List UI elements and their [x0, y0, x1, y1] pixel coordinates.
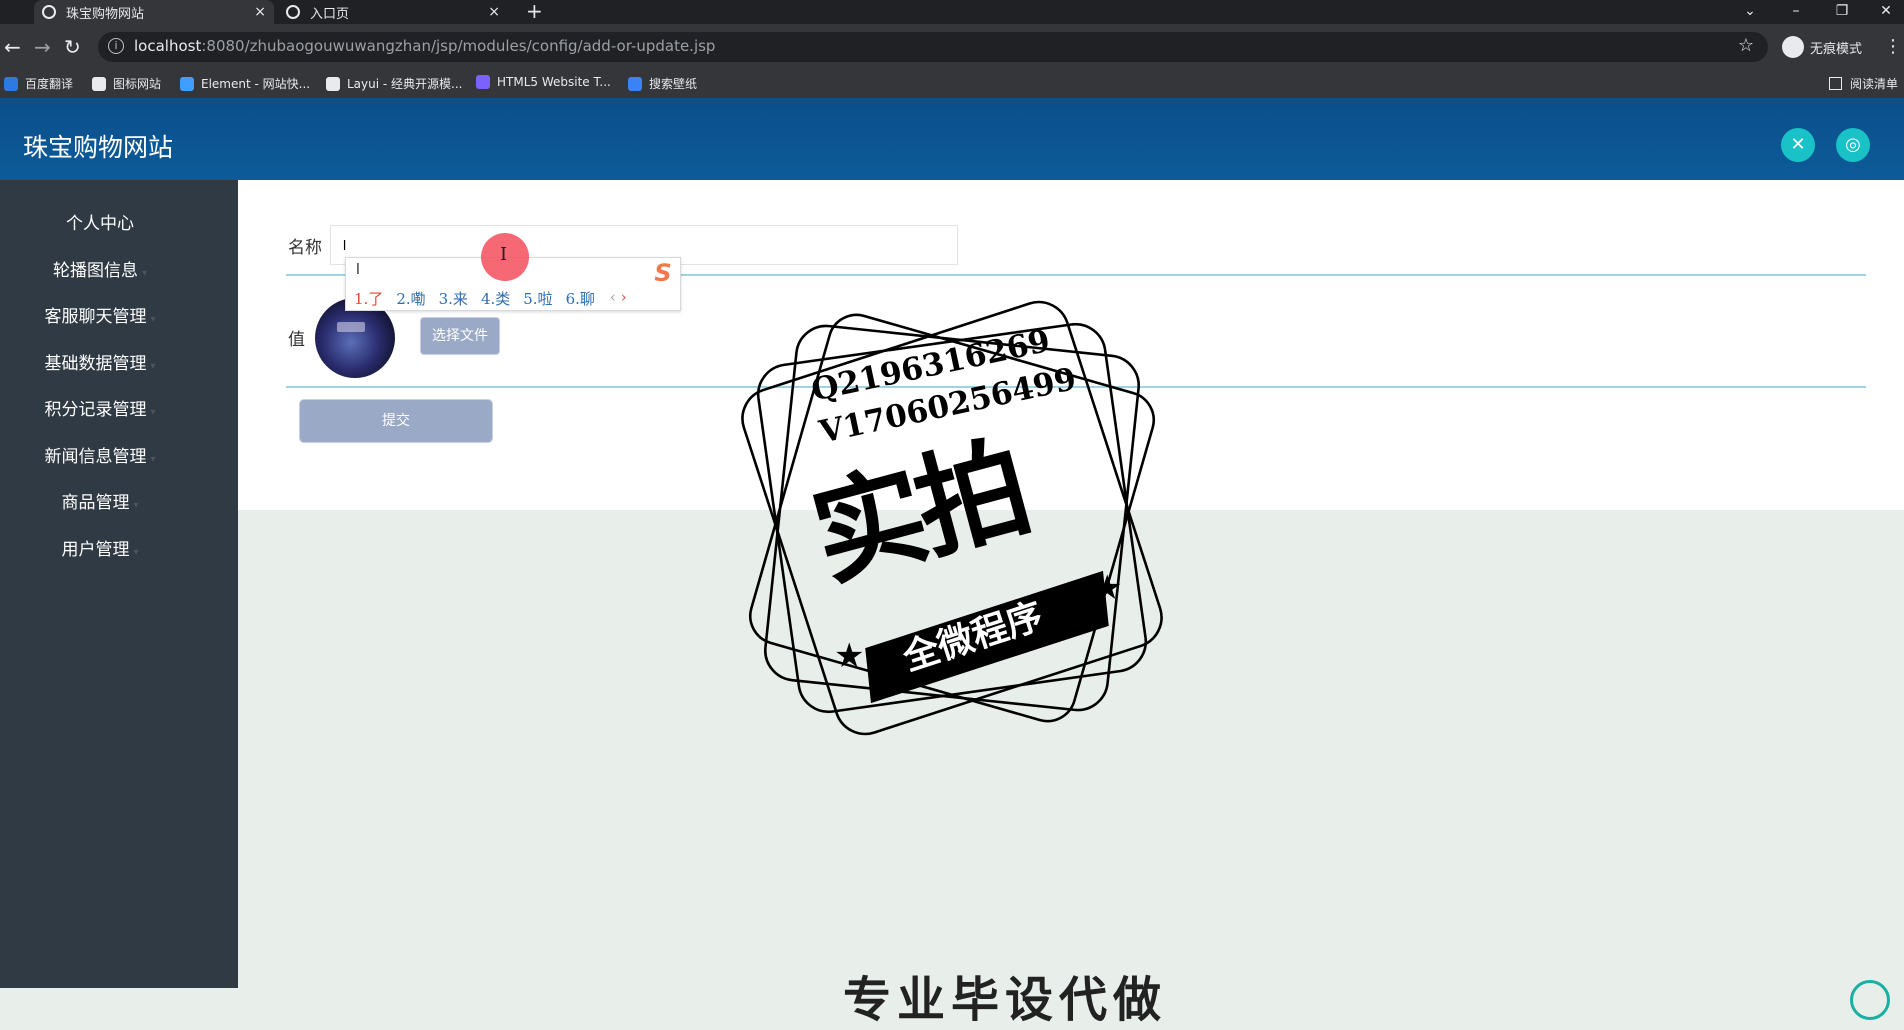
ime-page-arrows: ‹ ›: [610, 288, 627, 309]
corner-badge-icon: [1850, 980, 1890, 1020]
tab-title: 珠宝购物网站: [66, 6, 145, 22]
tab-title: 入口页: [310, 6, 350, 22]
ime-candidate[interactable]: 1.了: [354, 288, 383, 309]
flag-icon: [92, 76, 106, 91]
close-tab-icon[interactable]: ×: [254, 4, 266, 20]
chevron-right-icon[interactable]: ›: [621, 288, 627, 306]
sidebar-item-chat[interactable]: 客服聊天管理 ▾: [0, 306, 200, 331]
chevron-down-icon: ▾: [150, 314, 156, 325]
user-icon: ◎: [1845, 134, 1861, 155]
ime-candidate-list: 1.了 2.嘞 3.来 4.类 5.啦 6.聊 ‹ ›: [354, 288, 627, 309]
value-label: 值: [288, 330, 305, 350]
choose-file-button[interactable]: 选择文件: [420, 317, 500, 355]
incognito-label: 无痕模式: [1810, 41, 1863, 57]
chevron-left-icon[interactable]: ‹: [610, 288, 616, 306]
layui-logo-icon: [326, 76, 340, 91]
new-tab-button[interactable]: +: [526, 0, 543, 24]
browser-tab-bar: 珠宝购物网站 × 入口页 × + ⌄ – ❐ ✕: [0, 0, 1904, 24]
reload-icon[interactable]: ↻: [64, 34, 81, 60]
watermark-bottom-text: 专业毕设代做: [843, 972, 1168, 1028]
watermark-stamp: Q2196316269 V17060256499 实拍 全微程序 ★ ★: [712, 278, 1192, 758]
html5-template-icon: [476, 75, 490, 89]
chevron-down-icon: ▾: [133, 547, 139, 558]
window-close-icon[interactable]: ✕: [1866, 0, 1904, 24]
chevron-down-icon: ▾: [150, 407, 156, 418]
globe-icon: [286, 5, 300, 19]
info-icon[interactable]: i: [108, 38, 124, 54]
globe-icon: [42, 5, 56, 19]
sidebar-item-news[interactable]: 新闻信息管理 ▾: [0, 446, 200, 471]
element-logo-icon: [180, 76, 194, 91]
bookmark-item[interactable]: 图标网站: [92, 75, 161, 92]
bookmark-item[interactable]: 搜索壁纸: [628, 75, 697, 92]
tab-search-icon[interactable]: ⌄: [1730, 0, 1770, 24]
expand-icon: ✕: [1790, 134, 1806, 155]
star-icon: ★: [1092, 568, 1123, 608]
sogou-logo-icon: S: [654, 259, 672, 287]
sidebar-item-users[interactable]: 用户管理 ▾: [0, 539, 200, 564]
reading-list[interactable]: 阅读清单: [1828, 75, 1898, 92]
sidebar-item-carousel[interactable]: 轮播图信息 ▾: [0, 260, 200, 285]
submit-button[interactable]: 提交: [299, 399, 493, 443]
browser-menu-icon[interactable]: ⋮: [1884, 36, 1902, 57]
bookmarks-bar: 百度翻译 图标网站 Element - 网站快... Layui - 经典开源模…: [0, 70, 1904, 98]
tab-zhubao[interactable]: 珠宝购物网站 ×: [34, 0, 274, 24]
text-cursor-icon: I: [500, 244, 508, 265]
chevron-down-icon: ▾: [150, 454, 156, 465]
chevron-down-icon: ▾: [141, 268, 148, 279]
url-text: localhost:8080/zhubaogouwuwangzhan/jsp/m…: [134, 37, 716, 55]
sidebar-item-points[interactable]: 积分记录管理 ▾: [0, 399, 200, 424]
wallpaper-icon: [628, 76, 642, 91]
name-label: 名称: [288, 238, 322, 258]
ime-candidate[interactable]: 4.类: [481, 288, 510, 309]
sidebar: 个人中心 轮播图信息 ▾ 客服聊天管理 ▾ 基础数据管理 ▾ 积分记录管理 ▾ 新闻信息…: [0, 180, 238, 988]
back-icon[interactable]: ←: [4, 34, 21, 60]
sidebar-item-personal-center[interactable]: 个人中心: [0, 213, 200, 235]
bookmark-item[interactable]: HTML5 Website T...: [476, 75, 611, 89]
star-icon: ★: [834, 636, 865, 676]
user-button[interactable]: ◎: [1836, 128, 1870, 162]
forward-icon[interactable]: →: [34, 34, 51, 60]
fullscreen-button[interactable]: ✕: [1781, 128, 1815, 162]
incognito-indicator[interactable]: 无痕模式: [1782, 36, 1862, 58]
bookmark-item[interactable]: Layui - 经典开源模...: [326, 75, 462, 92]
sidebar-item-products[interactable]: 商品管理 ▾: [0, 492, 200, 517]
ime-candidate[interactable]: 5.啦: [523, 288, 552, 309]
bookmark-item[interactable]: 百度翻译: [4, 75, 73, 92]
chevron-down-icon: ▾: [150, 361, 156, 372]
bookmark-item[interactable]: Element - 网站快...: [180, 75, 310, 92]
reading-list-icon: [1828, 77, 1842, 90]
minimize-icon[interactable]: –: [1776, 0, 1816, 24]
bookmark-star-icon[interactable]: ☆: [1738, 35, 1754, 56]
tab-entry[interactable]: 入口页 ×: [278, 0, 508, 24]
app-title: 珠宝购物网站: [23, 133, 174, 162]
ime-candidate[interactable]: 6.聊: [566, 288, 595, 309]
ime-composition: l: [356, 262, 360, 278]
restore-icon[interactable]: ❐: [1822, 0, 1862, 24]
ime-candidate[interactable]: 2.嘞: [396, 288, 425, 309]
sidebar-item-basic-data[interactable]: 基础数据管理 ▾: [0, 353, 200, 378]
chevron-down-icon: ▾: [133, 500, 139, 511]
ime-candidate[interactable]: 3.来: [439, 288, 468, 309]
app-header: 珠宝购物网站 ✕ ◎: [0, 98, 1904, 180]
url-field[interactable]: i localhost:8080/zhubaogouwuwangzhan/jsp…: [98, 32, 1768, 62]
close-tab-icon[interactable]: ×: [488, 4, 500, 20]
address-bar: ← → ↻ i localhost:8080/zhubaogouwuwangzh…: [0, 24, 1904, 70]
translate-icon: [4, 76, 18, 91]
incognito-icon: [1782, 36, 1804, 58]
